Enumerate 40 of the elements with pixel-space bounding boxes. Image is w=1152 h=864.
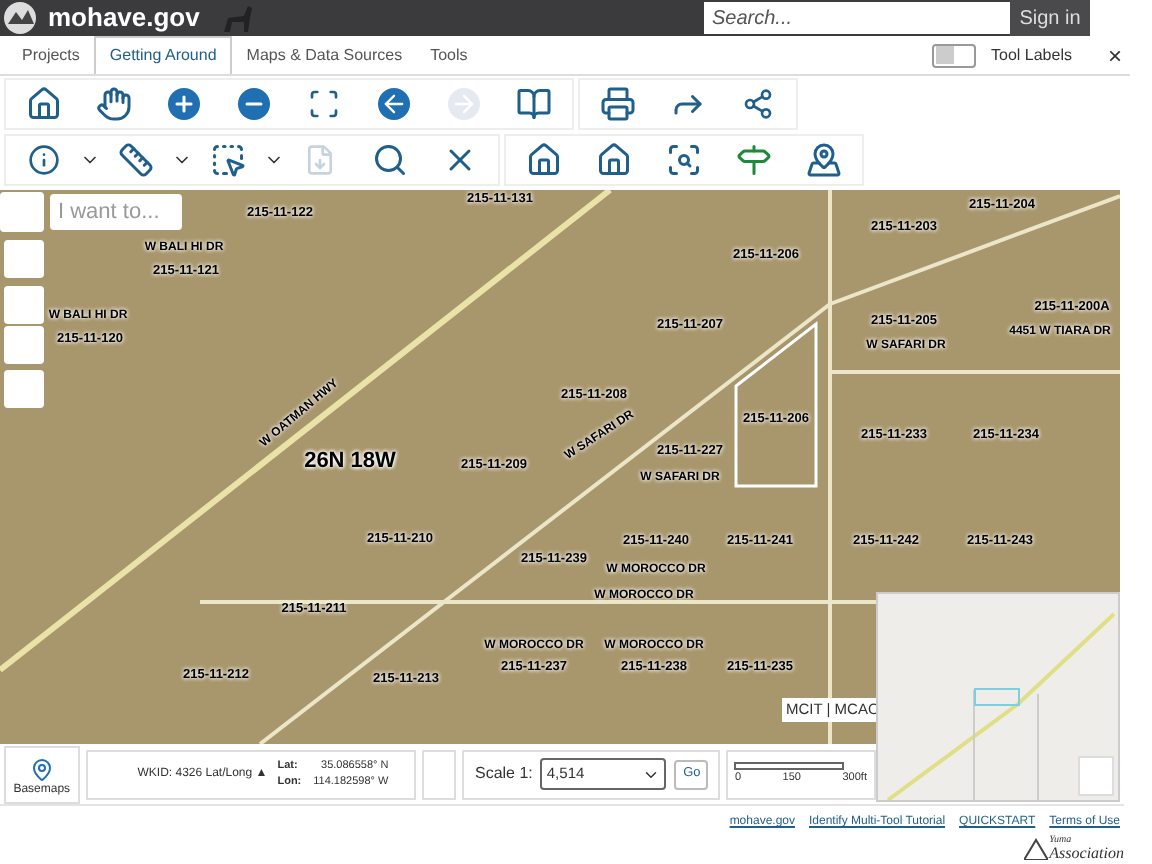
- search-icon: [372, 142, 408, 178]
- printer-icon: [600, 86, 636, 122]
- house-icon: [596, 142, 632, 178]
- select-icon: [210, 142, 246, 178]
- township-label: 26N 18W: [304, 451, 396, 473]
- hand-icon: [96, 86, 132, 122]
- search-icon: [666, 142, 702, 178]
- full-extent-icon: [308, 88, 340, 120]
- scale-bar: [734, 762, 845, 770]
- share-icon: [742, 88, 774, 120]
- map-pin-icon: [29, 757, 54, 781]
- i-want-to-field[interactable]: I want to...: [50, 194, 182, 230]
- map-pin-icon: [806, 142, 842, 178]
- zoom-in-icon: [168, 88, 200, 120]
- signpost-icon: [736, 142, 772, 178]
- map-view[interactable]: [0, 190, 1120, 744]
- house-icon: [526, 142, 562, 178]
- zoom-out-icon: [238, 88, 270, 120]
- ruler-icon: [118, 142, 154, 178]
- close-button[interactable]: ×: [1107, 43, 1122, 67]
- extent-rectangle: [974, 688, 1020, 706]
- toggle-switch[interactable]: [931, 43, 975, 67]
- tab[interactable]: Getting Around: [93, 36, 233, 74]
- sign-in-button[interactable]: Sign in: [1010, 0, 1090, 36]
- toggle-knob: [935, 46, 953, 64]
- blank-panel: [421, 749, 457, 799]
- download-icon: [304, 144, 336, 176]
- scale-label: Scale 1:: [474, 762, 533, 786]
- tab[interactable]: Maps & Data Sources: [232, 36, 417, 74]
- logo-text: Association: [1049, 848, 1124, 860]
- logo-mark-icon: [1023, 836, 1048, 860]
- home-icon: [26, 86, 62, 122]
- tab[interactable]: Projects: [8, 36, 94, 74]
- book-icon: [516, 86, 552, 122]
- overview-toggle-button[interactable]: [1078, 756, 1114, 796]
- tab[interactable]: Tools: [416, 36, 482, 74]
- toggle-label: Tool Labels: [991, 43, 1072, 67]
- info-icon: [28, 144, 60, 176]
- search-field[interactable]: Search...: [704, 2, 1010, 34]
- site-name: mohave.gov: [48, 0, 200, 37]
